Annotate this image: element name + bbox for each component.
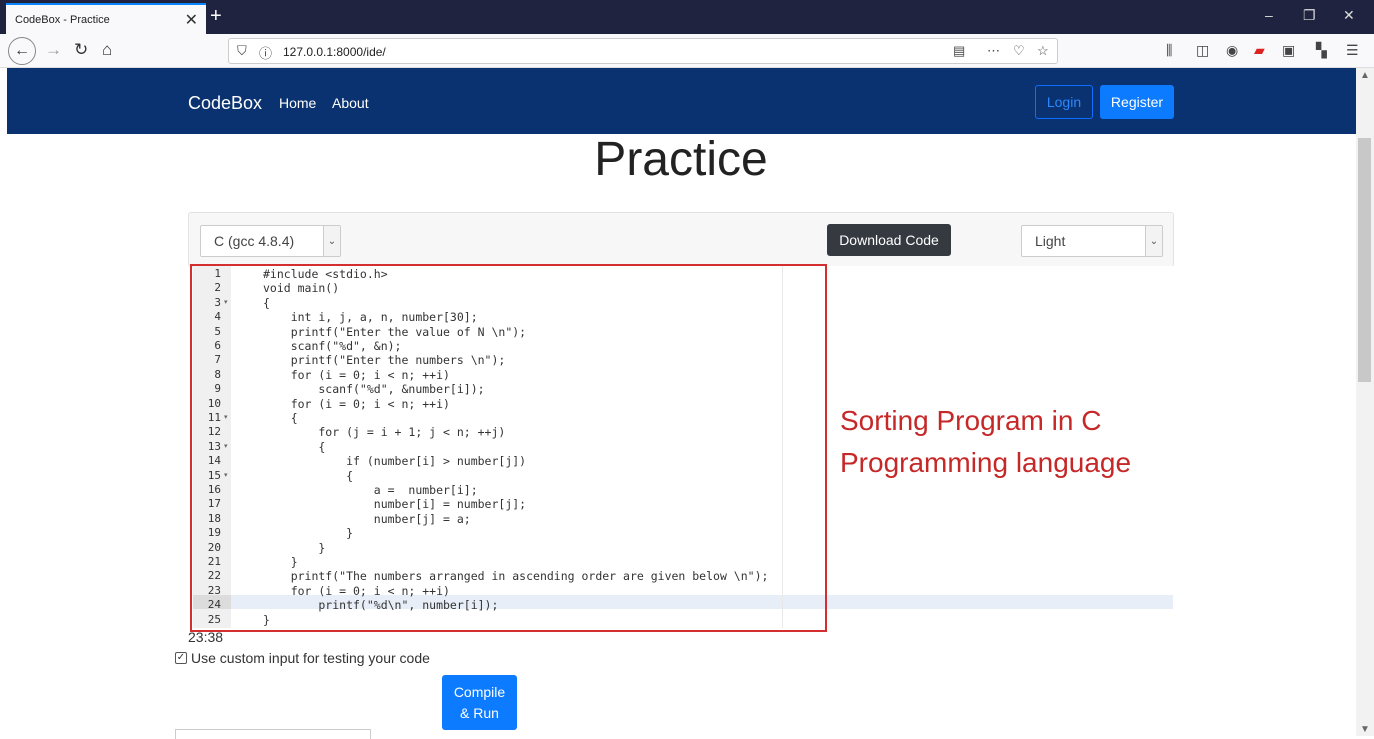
forward-icon[interactable]: → [45, 40, 62, 60]
compile-run-button[interactable]: Compile & Run [442, 675, 517, 730]
custom-input-textarea[interactable] [175, 729, 371, 739]
pocket-icon[interactable]: ♡ [1013, 43, 1025, 59]
page-actions-icon[interactable]: ⋯ [987, 43, 1000, 59]
scroll-up-icon[interactable]: ▲ [1360, 70, 1370, 81]
editor-toolbar: C (gcc 4.8.4) ⌄ Download Code Light ⌄ [188, 212, 1174, 267]
library-icon[interactable]: ⫼ [1166, 42, 1172, 59]
shield-icon[interactable]: ⛉ [237, 43, 247, 59]
new-tab-icon[interactable]: + [210, 4, 222, 28]
annotation-text: Sorting Program in C Programming languag… [840, 400, 1131, 484]
addons-icon[interactable]: ▚ [1316, 42, 1327, 59]
browser-toolbar: ← → ↻ ⌂ ⛉ ⓘ 127.0.0.1:8000/ide/ ▤ ⋯ ♡ ☆ … [0, 34, 1374, 68]
tab-title: CodeBox - Practice [15, 13, 110, 26]
back-icon[interactable]: ← [8, 37, 36, 65]
custom-input-checkbox[interactable]: ✓ [175, 652, 187, 664]
browser-window: CodeBox - Practice ✕ + – ❐ ✕ ← → ↻ ⌂ ⛉ ⓘ… [0, 0, 1374, 739]
minimize-icon[interactable]: – [1265, 7, 1273, 23]
language-select[interactable]: C (gcc 4.8.4) ⌄ [200, 225, 341, 257]
download-code-button[interactable]: Download Code [827, 224, 951, 256]
custom-input-label: Use custom input for testing your code [191, 650, 430, 666]
info-icon[interactable]: ⓘ [259, 43, 272, 62]
brand-logo[interactable]: CodeBox [188, 93, 262, 114]
reload-icon[interactable]: ↻ [74, 40, 88, 60]
bookmark-star-icon[interactable]: ☆ [1037, 43, 1049, 59]
run-label: & Run [460, 704, 499, 721]
sidebar-icon[interactable]: ◫ [1196, 42, 1209, 59]
scroll-down-icon[interactable]: ▼ [1360, 724, 1370, 735]
theme-select[interactable]: Light ⌄ [1021, 225, 1163, 257]
home-icon[interactable]: ⌂ [102, 40, 112, 60]
window-close-icon[interactable]: ✕ [1343, 7, 1355, 24]
language-selected: C (gcc 4.8.4) [214, 233, 295, 249]
annotation-highlight-box [190, 264, 827, 632]
close-tab-icon[interactable]: ✕ [185, 10, 198, 30]
chevron-down-icon: ⌄ [323, 226, 340, 256]
annotation-line-1: Sorting Program in C [840, 405, 1102, 436]
page-title: Practice [594, 133, 768, 186]
menu-icon[interactable]: ☰ [1346, 42, 1359, 59]
reader-view-icon[interactable]: ▤ [953, 43, 965, 59]
login-button[interactable]: Login [1035, 85, 1093, 119]
browser-tab[interactable]: CodeBox - Practice ✕ [6, 3, 206, 34]
extension-icon[interactable]: ▣ [1282, 42, 1295, 59]
custom-input-option[interactable]: ✓ Use custom input for testing your code [175, 650, 430, 666]
cursor-position: 23:38 [188, 629, 224, 645]
address-bar[interactable]: ⛉ ⓘ 127.0.0.1:8000/ide/ ▤ ⋯ ♡ ☆ [228, 38, 1058, 64]
annotation-line-2: Programming language [840, 447, 1132, 478]
nav-home[interactable]: Home [279, 95, 316, 111]
restore-icon[interactable]: ❐ [1303, 7, 1316, 24]
account-icon[interactable]: ◉ [1226, 42, 1238, 59]
pdf-extension-icon[interactable]: ▰ [1254, 42, 1265, 59]
url-text[interactable]: 127.0.0.1:8000/ide/ [283, 45, 386, 59]
compile-label: Compile [453, 683, 506, 700]
site-navbar: CodeBox Home About Login Register [7, 68, 1356, 134]
theme-selected: Light [1035, 233, 1066, 249]
register-button[interactable]: Register [1100, 85, 1174, 119]
nav-about[interactable]: About [332, 95, 369, 111]
tab-strip: CodeBox - Practice ✕ + – ❐ ✕ [0, 0, 1374, 34]
chevron-down-icon: ⌄ [1145, 226, 1162, 256]
